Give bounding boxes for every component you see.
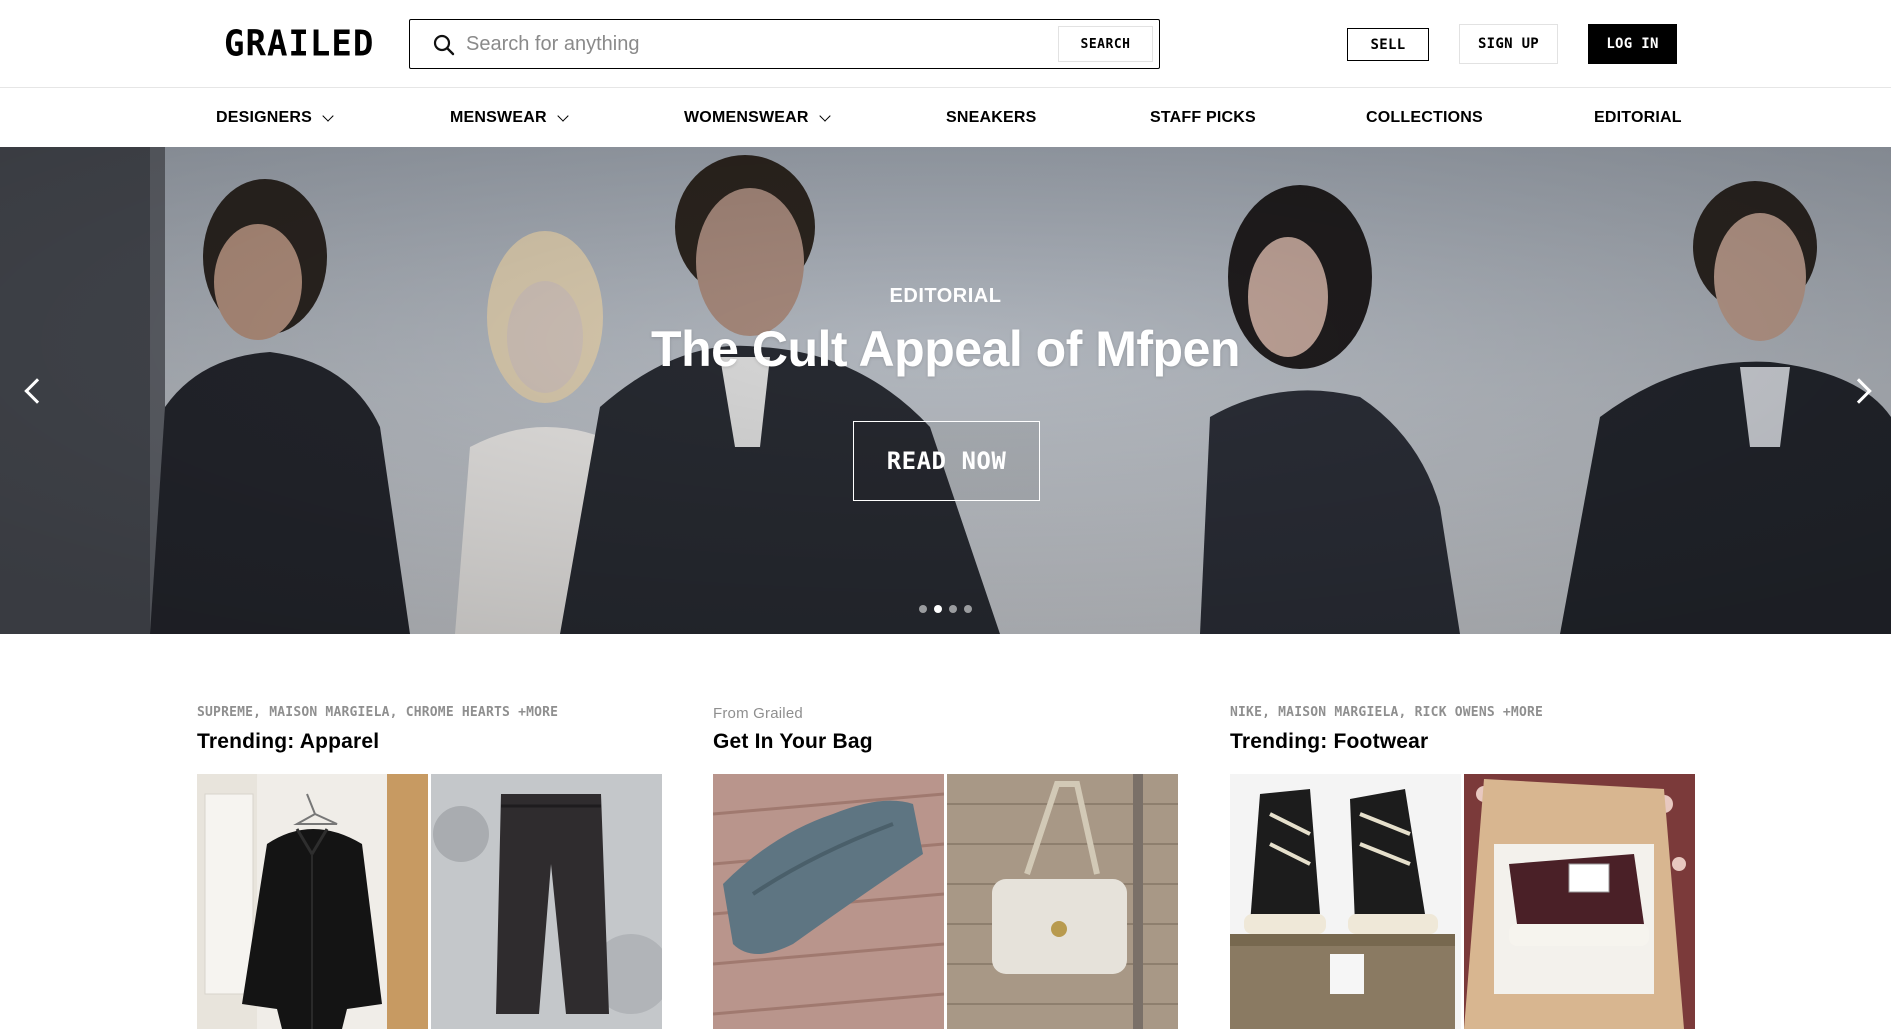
search-input[interactable] — [466, 26, 1056, 62]
nav-item-label: DESIGNERS — [216, 109, 313, 126]
product-image-shoulder-bag[interactable] — [947, 774, 1178, 1029]
log-in-button[interactable]: LOG IN — [1588, 24, 1677, 64]
hero-image — [0, 147, 1891, 634]
collection-images — [1230, 774, 1696, 1029]
main-nav: DESIGNERS MENSWEAR WOMENSWEAR SNEAKERS S… — [0, 89, 1891, 147]
product-image-sneakers-in-box[interactable] — [1464, 774, 1695, 1029]
collection-kicker: From Grailed — [713, 705, 803, 722]
nav-item-label: COLLECTIONS — [1366, 109, 1483, 126]
collection-kicker: NIKE, MAISON MARGIELA, RICK OWENS +MORE — [1230, 705, 1544, 720]
nav-item-womenswear[interactable]: WOMENSWEAR — [684, 108, 831, 128]
nav-item-menswear[interactable]: MENSWEAR — [450, 108, 569, 128]
nav-item-sneakers[interactable]: SNEAKERS — [946, 108, 1037, 128]
grailed-logo[interactable]: GRAILED — [224, 23, 374, 65]
carousel-dot-active[interactable] — [934, 605, 942, 613]
sell-button[interactable]: SELL — [1347, 28, 1429, 61]
carousel-dot[interactable] — [949, 605, 957, 613]
collection-title[interactable]: Trending: Apparel — [197, 730, 663, 754]
nav-item-designers[interactable]: DESIGNERS — [216, 108, 334, 128]
collection-card-trending-apparel[interactable]: SUPREME, MAISON MARGIELA, CHROME HEARTS … — [197, 705, 663, 1029]
nav-item-label: MENSWEAR — [450, 109, 547, 126]
carousel-dot[interactable] — [964, 605, 972, 613]
search-icon[interactable] — [432, 33, 456, 57]
hero-carousel: EDITORIAL The Cult Appeal of Mfpen READ … — [0, 147, 1891, 634]
nav-item-label: STAFF PICKS — [1150, 109, 1256, 126]
sign-up-button[interactable]: SIGN UP — [1459, 24, 1558, 64]
product-image-jacket[interactable] — [197, 774, 428, 1029]
collection-kicker: SUPREME, MAISON MARGIELA, CHROME HEARTS … — [197, 705, 559, 720]
carousel-dot[interactable] — [919, 605, 927, 613]
site-header: GRAILED SEARCH SELL SIGN UP LOG IN — [0, 0, 1891, 88]
hero-kicker: EDITORIAL — [889, 285, 1002, 307]
nav-item-editorial[interactable]: EDITORIAL — [1594, 108, 1682, 128]
carousel-dots — [919, 605, 972, 613]
collection-title[interactable]: Get In Your Bag — [713, 730, 1179, 754]
nav-item-staff-picks[interactable]: STAFF PICKS — [1150, 108, 1256, 128]
nav-item-collections[interactable]: COLLECTIONS — [1366, 108, 1483, 128]
collection-images — [713, 774, 1179, 1029]
product-image-sling-bag[interactable] — [713, 774, 944, 1029]
collection-card-trending-footwear[interactable]: NIKE, MAISON MARGIELA, RICK OWENS +MORE … — [1230, 705, 1696, 1029]
search-bar: SEARCH — [409, 19, 1160, 69]
product-image-high-top-sneakers[interactable] — [1230, 774, 1461, 1029]
search-button[interactable]: SEARCH — [1058, 26, 1153, 62]
collection-card-get-in-your-bag[interactable]: From Grailed Get In Your Bag — [713, 705, 1179, 1029]
nav-item-label: EDITORIAL — [1594, 109, 1682, 126]
product-image-trousers[interactable] — [431, 774, 662, 1029]
nav-item-label: SNEAKERS — [946, 109, 1037, 126]
chevron-down-icon — [818, 109, 831, 122]
collection-title[interactable]: Trending: Footwear — [1230, 730, 1696, 754]
read-now-button[interactable]: READ NOW — [853, 421, 1040, 501]
chevron-down-icon — [322, 109, 334, 122]
hero-title[interactable]: The Cult Appeal of Mfpen — [0, 320, 1891, 378]
chevron-down-icon — [557, 109, 569, 122]
collection-images — [197, 774, 663, 1029]
nav-item-label: WOMENSWEAR — [684, 109, 809, 126]
